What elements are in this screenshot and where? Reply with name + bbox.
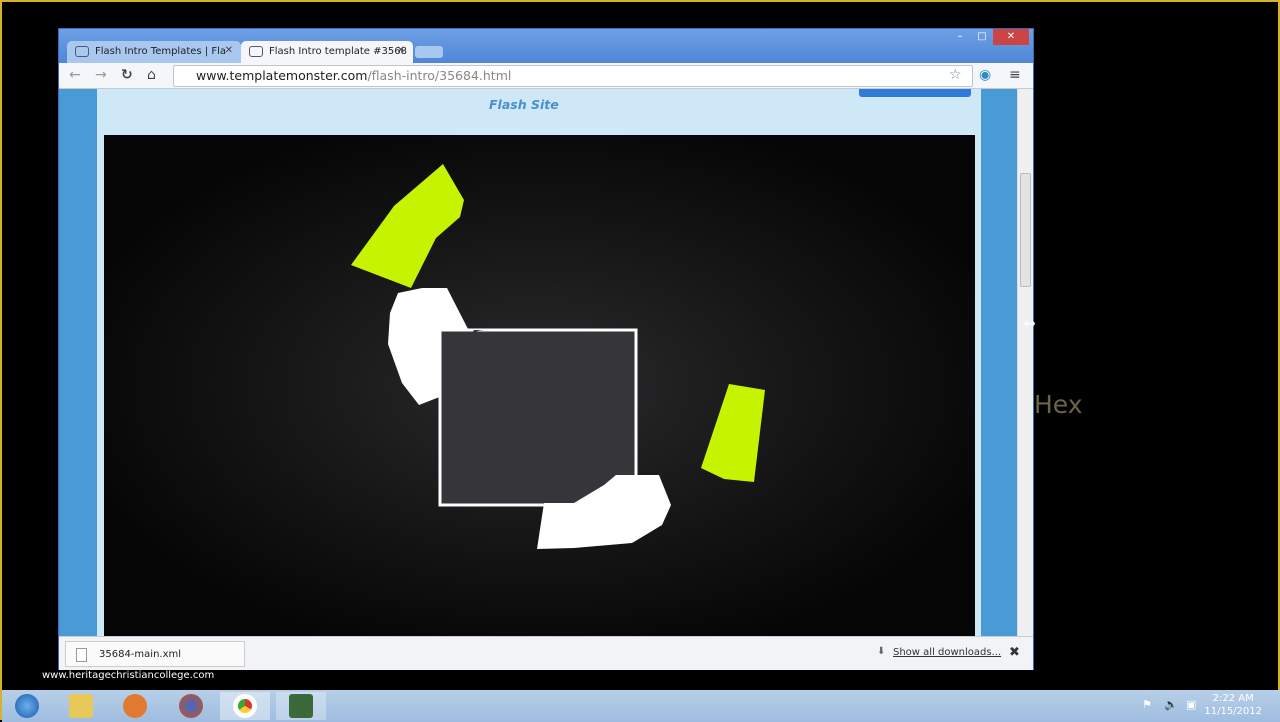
url-host: www.templatemonster.com	[196, 68, 368, 83]
clock-date: 11/15/2012	[1204, 706, 1262, 717]
system-clock[interactable]: 2:22 AM 11/15/2012	[1204, 692, 1262, 718]
page-content: Flash Site	[59, 89, 1017, 636]
download-bar: 35684-main.xml ⬇ Show all downloads... ✖	[59, 636, 1033, 670]
start-button[interactable]	[2, 692, 52, 720]
taskbar: 2:22 AM 11/15/2012 ⚑ 🔈 ▣	[2, 690, 1280, 722]
forward-icon[interactable]: →	[95, 67, 107, 83]
flash-stage[interactable]	[104, 135, 975, 636]
square-frame	[438, 328, 638, 507]
scrollbar-thumb[interactable]	[1020, 173, 1031, 287]
show-all-downloads-link[interactable]: Show all downloads...	[893, 647, 1001, 658]
media-player-icon[interactable]	[110, 692, 160, 720]
new-tab-button[interactable]	[415, 46, 443, 58]
flash-animation	[351, 164, 765, 549]
download-filename: 35684-main.xml	[99, 649, 182, 660]
reload-icon[interactable]: ↻	[121, 67, 133, 83]
maximize-button[interactable]: □	[971, 29, 993, 45]
top-button[interactable]	[859, 89, 971, 97]
home-icon[interactable]: ⌂	[147, 67, 156, 83]
green-arc-shape	[351, 164, 464, 288]
address-bar[interactable]: www.templatemonster.com/flash-intro/3568…	[173, 65, 973, 87]
close-tab-icon[interactable]: ✕	[225, 45, 233, 56]
app-icon[interactable]	[276, 692, 326, 720]
toolbar: ← → ↻ ⌂ www.templatemonster.com/flash-in…	[59, 63, 1033, 89]
close-download-bar-icon[interactable]: ✖	[1009, 645, 1020, 660]
volume-icon[interactable]: 🔈	[1164, 698, 1178, 711]
download-arrow-icon: ⬇	[877, 646, 886, 657]
chrome-icon[interactable]	[220, 692, 270, 720]
tab-label: Flash Intro Templates | Fla	[95, 46, 227, 57]
url-path: /flash-intro/35684.html	[367, 68, 512, 83]
action-center-flag-icon[interactable]: ⚑	[1142, 698, 1152, 711]
favicon-icon	[249, 46, 263, 57]
minimize-button[interactable]: –	[949, 29, 971, 45]
resize-cursor-icon: ↔	[1024, 316, 1036, 332]
download-item[interactable]: 35684-main.xml	[65, 641, 245, 667]
extension-icon[interactable]: ◉	[979, 67, 991, 83]
menu-icon[interactable]: ≡	[1009, 67, 1021, 83]
file-icon	[76, 648, 87, 662]
left-sidebar	[59, 89, 97, 636]
tab-flash-intro-template[interactable]: Flash Intro template #3568 ✕	[241, 41, 413, 63]
clock-time: 2:22 AM	[1212, 693, 1254, 704]
back-icon[interactable]: ←	[69, 67, 81, 83]
green-small-shape	[701, 384, 765, 482]
flash-site-title: Flash Site	[489, 97, 559, 112]
firefox-icon[interactable]	[166, 692, 216, 720]
tab-flash-intro-templates[interactable]: Flash Intro Templates | Fla ✕	[67, 41, 241, 63]
explorer-icon[interactable]	[56, 692, 106, 720]
close-window-button[interactable]: ✕	[993, 29, 1029, 45]
bookmark-star-icon[interactable]: ☆	[949, 67, 962, 83]
right-sidebar	[981, 89, 1017, 636]
close-tab-icon[interactable]: ✕	[397, 45, 405, 56]
overlay-text: Hex	[1034, 390, 1083, 419]
watermark-text: www.heritagechristiancollege.com	[42, 670, 215, 681]
browser-window: Flash Intro Templates | Fla ✕ Flash Intro…	[58, 28, 1034, 670]
favicon-icon	[75, 46, 89, 57]
tab-label: Flash Intro template #3568	[269, 46, 407, 57]
network-icon[interactable]: ▣	[1186, 698, 1196, 711]
title-bar: Flash Intro Templates | Fla ✕ Flash Intro…	[59, 29, 1033, 63]
vertical-scrollbar[interactable]	[1017, 89, 1033, 636]
